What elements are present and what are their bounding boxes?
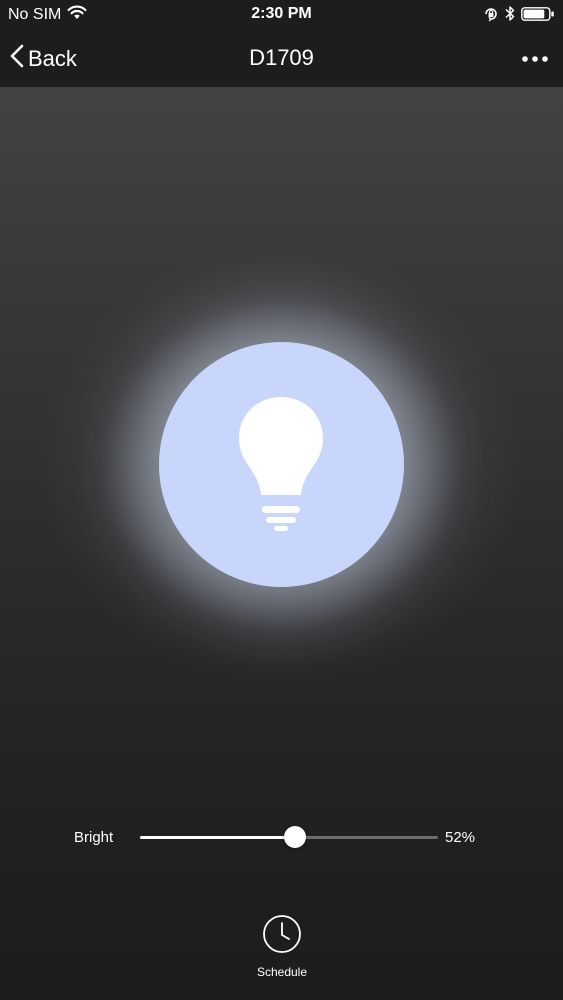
brightness-label: Bright [74,829,114,846]
schedule-label: Schedule [256,965,308,979]
light-toggle-button[interactable] [159,342,404,587]
lightbulb-icon [238,395,324,540]
schedule-button[interactable]: Schedule [241,914,323,984]
more-dots-icon [521,50,549,68]
clock-icon [262,914,302,959]
brightness-slider-thumb[interactable] [283,826,306,848]
back-label: Back [28,45,77,71]
status-icons [477,5,555,22]
orientation-lock-icon [483,6,499,22]
status-bar: No SIM 2:30 PM [0,0,563,30]
navigation-bar: Back D1709 [0,30,563,87]
more-options-button[interactable] [521,30,549,87]
brightness-value: 52% [445,829,476,846]
brightness-control: Bright 52% [0,823,563,853]
battery-icon [521,6,555,22]
chevron-left-icon [10,44,24,73]
brightness-slider[interactable] [140,826,438,848]
back-button[interactable]: Back [10,30,77,87]
bluetooth-icon [505,5,515,22]
page-title: D1709 [249,45,314,70]
device-screen: No SIM 2:30 PM Back D1709 Bright 52% Sch… [0,0,563,1000]
brightness-slider-fill [140,836,295,839]
